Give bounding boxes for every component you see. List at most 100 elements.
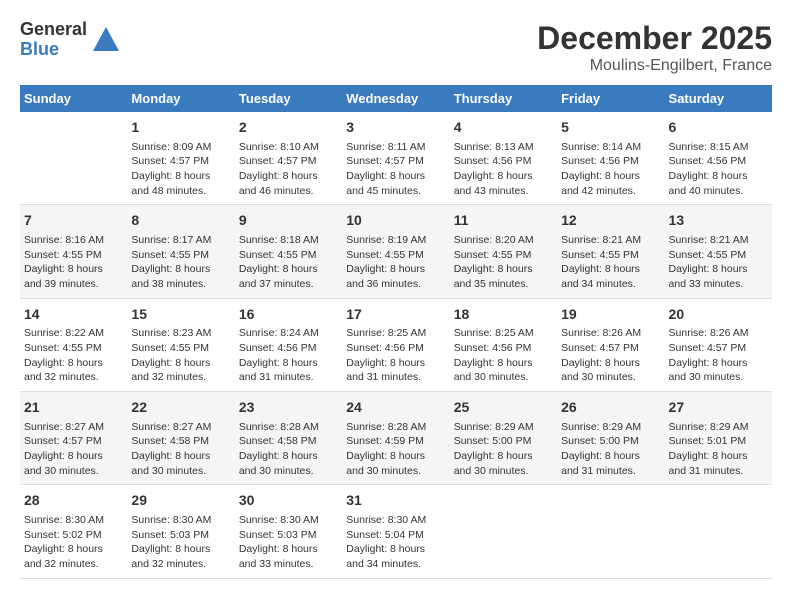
calendar-cell: 20Sunrise: 8:26 AM Sunset: 4:57 PM Dayli…: [665, 298, 772, 391]
calendar-cell: 14Sunrise: 8:22 AM Sunset: 4:55 PM Dayli…: [20, 298, 127, 391]
day-info: Sunrise: 8:25 AM Sunset: 4:56 PM Dayligh…: [346, 326, 445, 385]
header-sunday: Sunday: [20, 85, 127, 112]
day-info: Sunrise: 8:11 AM Sunset: 4:57 PM Dayligh…: [346, 140, 445, 199]
calendar-cell: 16Sunrise: 8:24 AM Sunset: 4:56 PM Dayli…: [235, 298, 342, 391]
calendar-cell: 13Sunrise: 8:21 AM Sunset: 4:55 PM Dayli…: [665, 205, 772, 298]
calendar-cell: [20, 112, 127, 205]
day-number: 13: [669, 211, 768, 231]
calendar-cell: 18Sunrise: 8:25 AM Sunset: 4:56 PM Dayli…: [450, 298, 557, 391]
calendar-cell: 28Sunrise: 8:30 AM Sunset: 5:02 PM Dayli…: [20, 485, 127, 578]
day-info: Sunrise: 8:20 AM Sunset: 4:55 PM Dayligh…: [454, 233, 553, 292]
calendar-cell: 21Sunrise: 8:27 AM Sunset: 4:57 PM Dayli…: [20, 392, 127, 485]
day-info: Sunrise: 8:30 AM Sunset: 5:04 PM Dayligh…: [346, 513, 445, 572]
day-info: Sunrise: 8:18 AM Sunset: 4:55 PM Dayligh…: [239, 233, 338, 292]
calendar-cell: 12Sunrise: 8:21 AM Sunset: 4:55 PM Dayli…: [557, 205, 664, 298]
calendar-week-1: 1Sunrise: 8:09 AM Sunset: 4:57 PM Daylig…: [20, 112, 772, 205]
day-info: Sunrise: 8:21 AM Sunset: 4:55 PM Dayligh…: [561, 233, 660, 292]
calendar-cell: 8Sunrise: 8:17 AM Sunset: 4:55 PM Daylig…: [127, 205, 234, 298]
logo-line2: Blue: [20, 40, 87, 60]
day-number: 20: [669, 305, 768, 325]
calendar-cell: 26Sunrise: 8:29 AM Sunset: 5:00 PM Dayli…: [557, 392, 664, 485]
day-info: Sunrise: 8:24 AM Sunset: 4:56 PM Dayligh…: [239, 326, 338, 385]
day-info: Sunrise: 8:17 AM Sunset: 4:55 PM Dayligh…: [131, 233, 230, 292]
calendar-cell: 5Sunrise: 8:14 AM Sunset: 4:56 PM Daylig…: [557, 112, 664, 205]
calendar-week-2: 7Sunrise: 8:16 AM Sunset: 4:55 PM Daylig…: [20, 205, 772, 298]
day-number: 29: [131, 491, 230, 511]
calendar-cell: 11Sunrise: 8:20 AM Sunset: 4:55 PM Dayli…: [450, 205, 557, 298]
calendar-cell: 19Sunrise: 8:26 AM Sunset: 4:57 PM Dayli…: [557, 298, 664, 391]
header-saturday: Saturday: [665, 85, 772, 112]
day-number: 28: [24, 491, 123, 511]
day-number: 7: [24, 211, 123, 231]
day-info: Sunrise: 8:22 AM Sunset: 4:55 PM Dayligh…: [24, 326, 123, 385]
day-info: Sunrise: 8:25 AM Sunset: 4:56 PM Dayligh…: [454, 326, 553, 385]
day-info: Sunrise: 8:30 AM Sunset: 5:02 PM Dayligh…: [24, 513, 123, 572]
day-info: Sunrise: 8:19 AM Sunset: 4:55 PM Dayligh…: [346, 233, 445, 292]
day-number: 23: [239, 398, 338, 418]
day-number: 8: [131, 211, 230, 231]
day-info: Sunrise: 8:15 AM Sunset: 4:56 PM Dayligh…: [669, 140, 768, 199]
title-block: December 2025 Moulins-Engilbert, France: [537, 20, 772, 75]
day-number: 4: [454, 118, 553, 138]
calendar-table: SundayMondayTuesdayWednesdayThursdayFrid…: [20, 85, 772, 579]
calendar-week-3: 14Sunrise: 8:22 AM Sunset: 4:55 PM Dayli…: [20, 298, 772, 391]
calendar-cell: 30Sunrise: 8:30 AM Sunset: 5:03 PM Dayli…: [235, 485, 342, 578]
header-tuesday: Tuesday: [235, 85, 342, 112]
page-header: General Blue December 2025 Moulins-Engil…: [20, 20, 772, 75]
calendar-week-5: 28Sunrise: 8:30 AM Sunset: 5:02 PM Dayli…: [20, 485, 772, 578]
day-info: Sunrise: 8:29 AM Sunset: 5:00 PM Dayligh…: [561, 420, 660, 479]
day-info: Sunrise: 8:14 AM Sunset: 4:56 PM Dayligh…: [561, 140, 660, 199]
calendar-cell: 7Sunrise: 8:16 AM Sunset: 4:55 PM Daylig…: [20, 205, 127, 298]
calendar-cell: 29Sunrise: 8:30 AM Sunset: 5:03 PM Dayli…: [127, 485, 234, 578]
calendar-cell: 17Sunrise: 8:25 AM Sunset: 4:56 PM Dayli…: [342, 298, 449, 391]
day-info: Sunrise: 8:23 AM Sunset: 4:55 PM Dayligh…: [131, 326, 230, 385]
day-number: 24: [346, 398, 445, 418]
day-number: 12: [561, 211, 660, 231]
logo: General Blue: [20, 20, 121, 60]
day-info: Sunrise: 8:26 AM Sunset: 4:57 PM Dayligh…: [561, 326, 660, 385]
day-info: Sunrise: 8:30 AM Sunset: 5:03 PM Dayligh…: [239, 513, 338, 572]
calendar-cell: 6Sunrise: 8:15 AM Sunset: 4:56 PM Daylig…: [665, 112, 772, 205]
header-friday: Friday: [557, 85, 664, 112]
day-number: 19: [561, 305, 660, 325]
day-info: Sunrise: 8:16 AM Sunset: 4:55 PM Dayligh…: [24, 233, 123, 292]
calendar-cell: 3Sunrise: 8:11 AM Sunset: 4:57 PM Daylig…: [342, 112, 449, 205]
calendar-cell: 2Sunrise: 8:10 AM Sunset: 4:57 PM Daylig…: [235, 112, 342, 205]
calendar-cell: 9Sunrise: 8:18 AM Sunset: 4:55 PM Daylig…: [235, 205, 342, 298]
calendar-cell: 31Sunrise: 8:30 AM Sunset: 5:04 PM Dayli…: [342, 485, 449, 578]
calendar-week-4: 21Sunrise: 8:27 AM Sunset: 4:57 PM Dayli…: [20, 392, 772, 485]
calendar-header-row: SundayMondayTuesdayWednesdayThursdayFrid…: [20, 85, 772, 112]
day-number: 2: [239, 118, 338, 138]
day-number: 3: [346, 118, 445, 138]
day-info: Sunrise: 8:10 AM Sunset: 4:57 PM Dayligh…: [239, 140, 338, 199]
day-info: Sunrise: 8:13 AM Sunset: 4:56 PM Dayligh…: [454, 140, 553, 199]
calendar-subtitle: Moulins-Engilbert, France: [537, 57, 772, 75]
day-number: 17: [346, 305, 445, 325]
calendar-cell: 22Sunrise: 8:27 AM Sunset: 4:58 PM Dayli…: [127, 392, 234, 485]
day-info: Sunrise: 8:28 AM Sunset: 4:58 PM Dayligh…: [239, 420, 338, 479]
calendar-cell: 4Sunrise: 8:13 AM Sunset: 4:56 PM Daylig…: [450, 112, 557, 205]
day-number: 5: [561, 118, 660, 138]
header-wednesday: Wednesday: [342, 85, 449, 112]
day-number: 16: [239, 305, 338, 325]
day-number: 9: [239, 211, 338, 231]
day-number: 26: [561, 398, 660, 418]
day-number: 27: [669, 398, 768, 418]
day-info: Sunrise: 8:21 AM Sunset: 4:55 PM Dayligh…: [669, 233, 768, 292]
calendar-cell: 23Sunrise: 8:28 AM Sunset: 4:58 PM Dayli…: [235, 392, 342, 485]
logo-line1: General: [20, 20, 87, 40]
day-info: Sunrise: 8:29 AM Sunset: 5:01 PM Dayligh…: [669, 420, 768, 479]
day-number: 11: [454, 211, 553, 231]
calendar-cell: 25Sunrise: 8:29 AM Sunset: 5:00 PM Dayli…: [450, 392, 557, 485]
calendar-cell: [557, 485, 664, 578]
calendar-cell: [450, 485, 557, 578]
day-number: 21: [24, 398, 123, 418]
day-info: Sunrise: 8:26 AM Sunset: 4:57 PM Dayligh…: [669, 326, 768, 385]
day-number: 30: [239, 491, 338, 511]
day-number: 31: [346, 491, 445, 511]
day-info: Sunrise: 8:27 AM Sunset: 4:57 PM Dayligh…: [24, 420, 123, 479]
day-info: Sunrise: 8:30 AM Sunset: 5:03 PM Dayligh…: [131, 513, 230, 572]
header-thursday: Thursday: [450, 85, 557, 112]
day-info: Sunrise: 8:28 AM Sunset: 4:59 PM Dayligh…: [346, 420, 445, 479]
day-number: 10: [346, 211, 445, 231]
